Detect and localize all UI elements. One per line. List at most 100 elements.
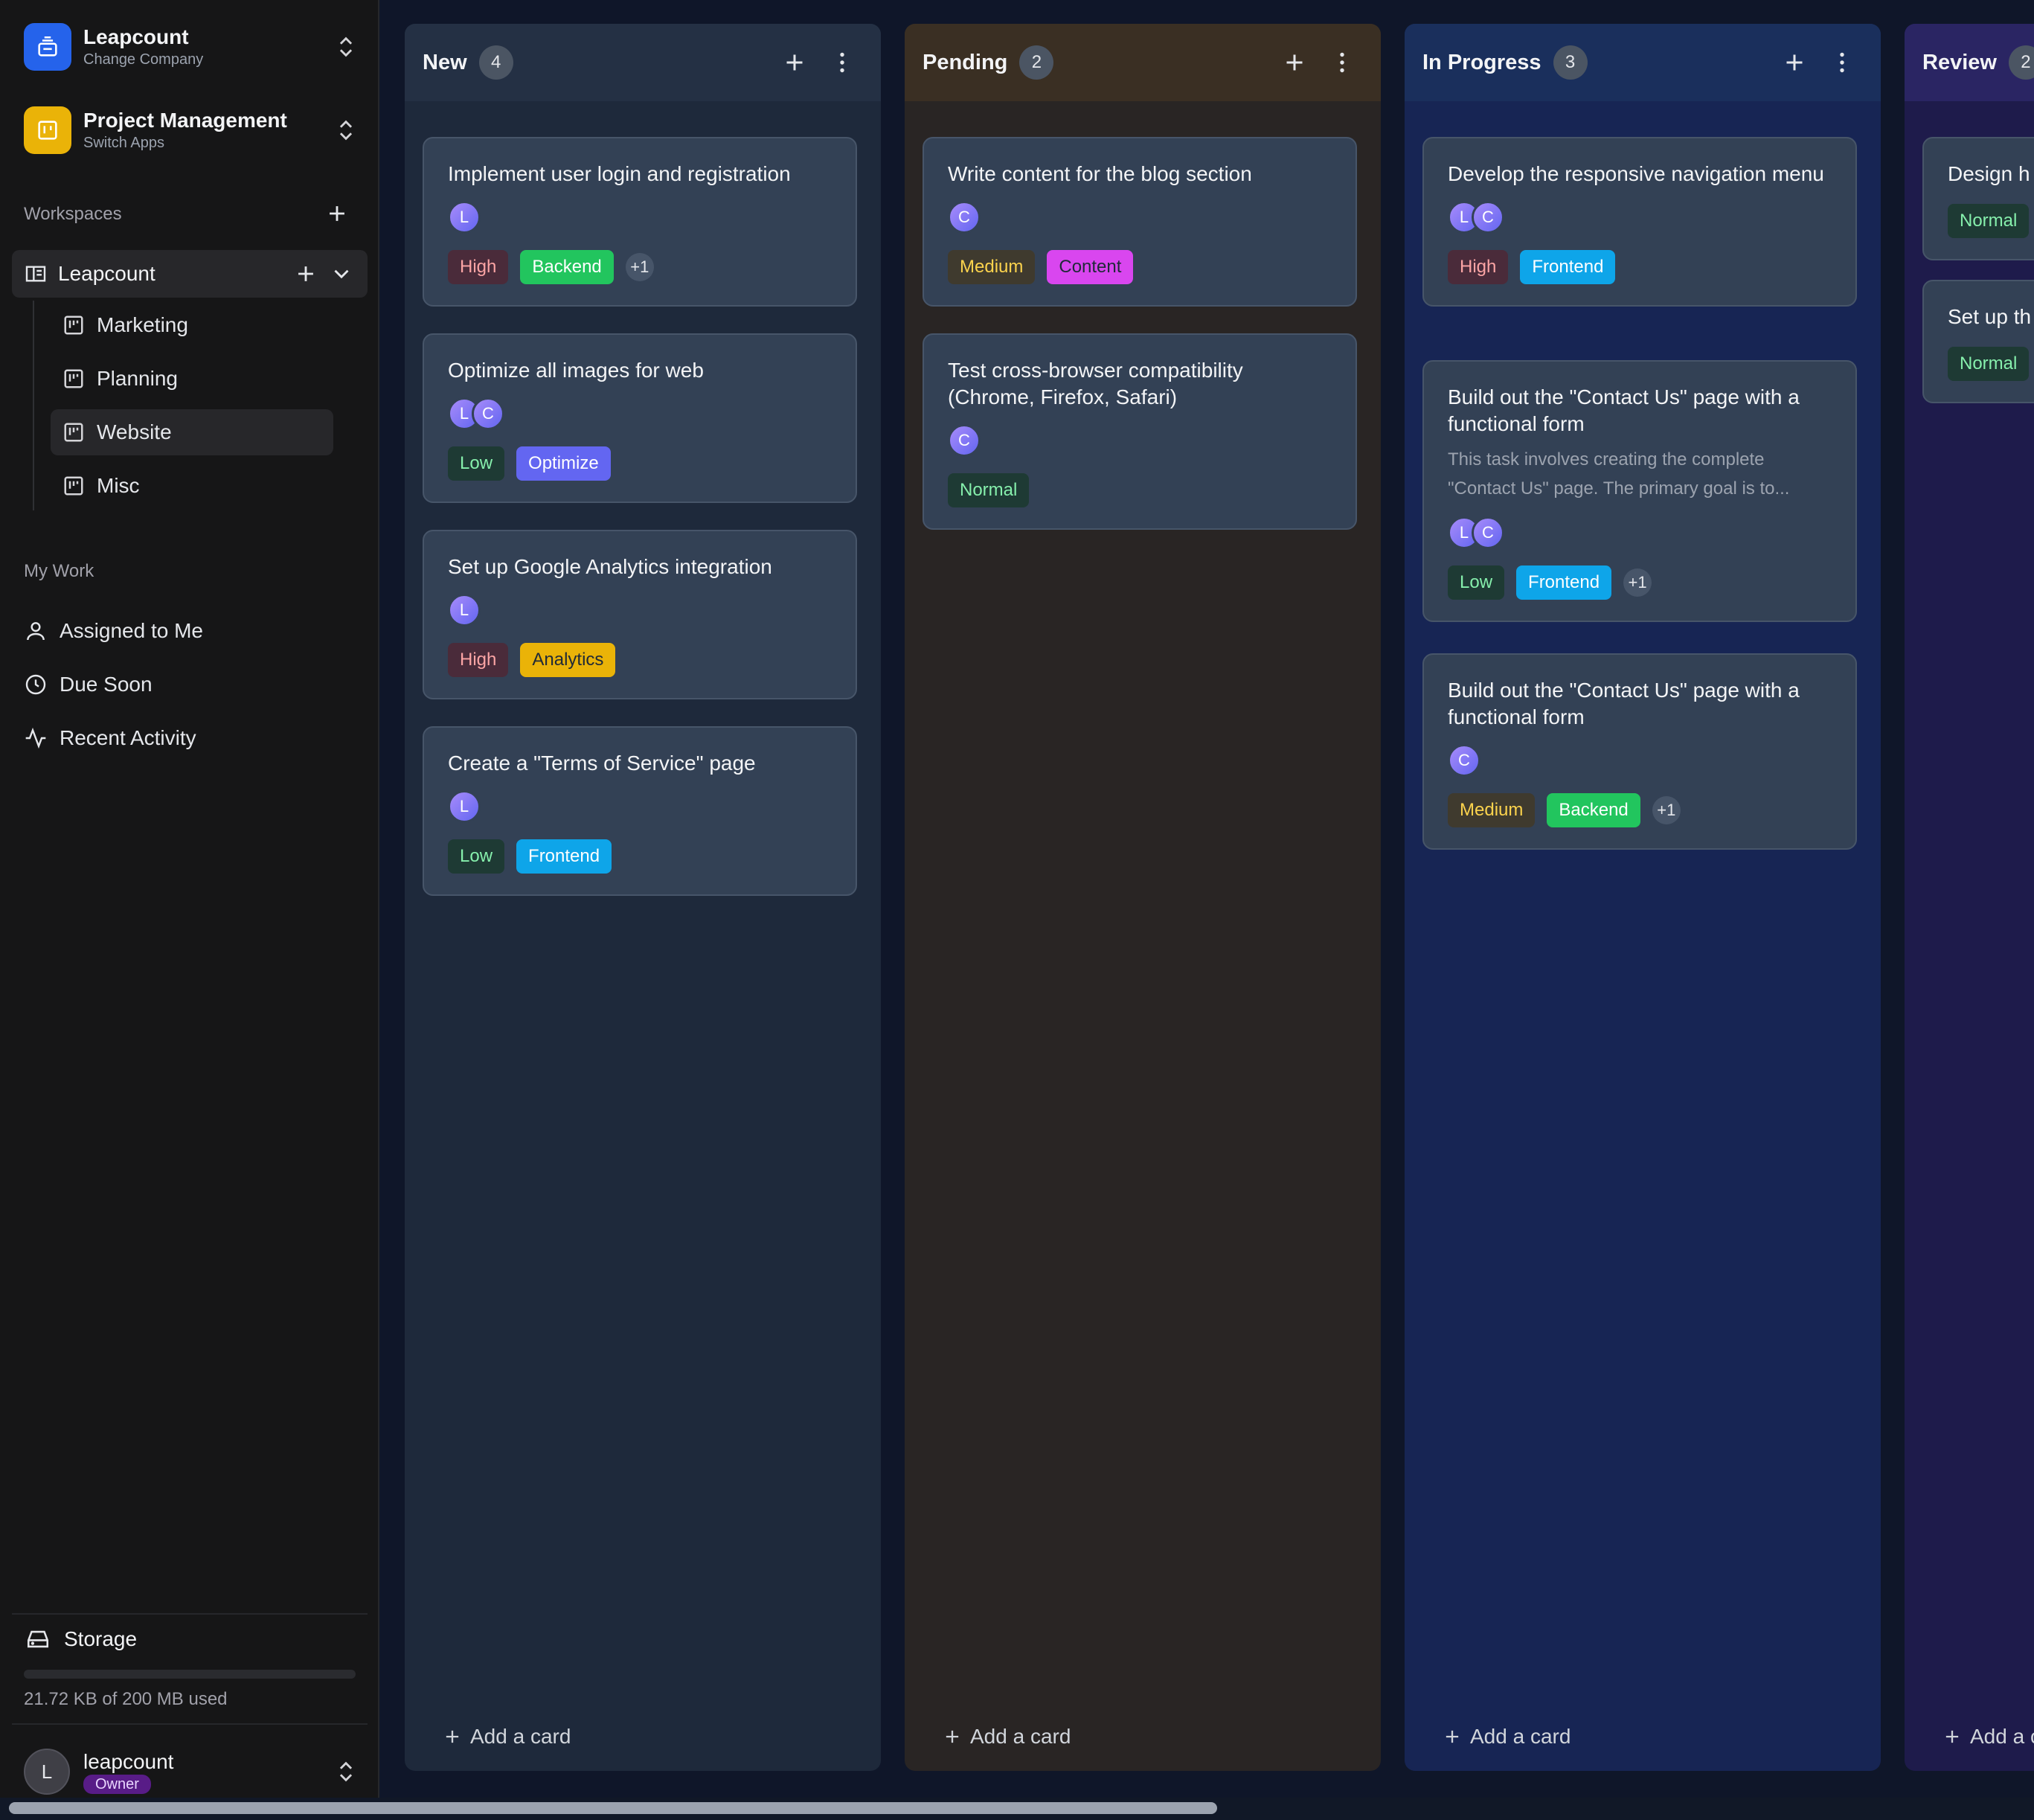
label-badge: Backend	[520, 250, 614, 284]
label-badge: Optimize	[516, 446, 611, 481]
add-workspace-icon[interactable]	[324, 201, 350, 226]
task-card[interactable]: Write content for the blog section C Mediu…	[923, 137, 1357, 307]
add-card-icon[interactable]	[1781, 49, 1808, 76]
add-board-icon[interactable]	[293, 261, 318, 286]
priority-badge: Normal	[1948, 347, 2030, 381]
clock-icon	[25, 674, 46, 695]
card-title: Create a "Terms of Service" page	[448, 752, 756, 775]
assignee-avatars: LC	[1448, 201, 1832, 234]
task-card[interactable]: Test cross-browser compatibility (Chrome…	[923, 333, 1357, 530]
chevrons-up-down-icon[interactable]	[333, 1759, 359, 1784]
priority-badge: High	[1448, 250, 1509, 284]
company-switcher[interactable]: Leapcount Change Company	[24, 22, 359, 71]
card-tags: Normal	[1948, 204, 2034, 238]
board-item-misc[interactable]: Misc	[51, 463, 333, 509]
board-item-planning[interactable]: Planning	[51, 356, 333, 402]
priority-badge: Normal	[948, 473, 1030, 507]
add-card-icon[interactable]	[1281, 49, 1308, 76]
card-tags: High Frontend	[1448, 250, 1832, 284]
user-icon	[27, 622, 45, 641]
nav-recent-activity[interactable]: Recent Activity	[24, 720, 196, 757]
app-switcher[interactable]: Project Management Switch Apps	[24, 106, 359, 155]
avatar[interactable]: C	[1472, 201, 1504, 234]
company-logo-icon	[24, 23, 71, 71]
task-card[interactable]: Design h Normal	[1922, 137, 2034, 260]
label-badge: Content	[1047, 250, 1134, 284]
column-title: New	[423, 50, 467, 74]
more-vertical-icon[interactable]	[1829, 49, 1855, 76]
workspace-name: Leapcount	[58, 262, 155, 285]
plus-icon	[446, 1730, 459, 1743]
tree-line	[33, 301, 34, 510]
storage-label: Storage	[64, 1627, 138, 1650]
task-card[interactable]: Set up Google Analytics integration L High…	[423, 530, 857, 699]
avatar[interactable]: L	[448, 790, 481, 823]
chevron-down-icon[interactable]	[329, 261, 354, 286]
more-labels-badge: +1	[1652, 796, 1681, 824]
add-card-button[interactable]: Add a card	[1942, 1725, 2034, 1749]
nav-assigned-to-me[interactable]: Assigned to Me	[24, 612, 203, 650]
avatar[interactable]: C	[1448, 744, 1480, 777]
avatar[interactable]: C	[948, 201, 981, 234]
card-title: Design h	[1948, 162, 2030, 185]
card-title: Build out the "Contact Us" page with a f…	[1448, 679, 1800, 728]
more-vertical-icon[interactable]	[1329, 49, 1356, 76]
chevrons-up-down-icon[interactable]	[333, 118, 359, 143]
avatar[interactable]: L	[448, 594, 481, 627]
more-vertical-icon[interactable]	[829, 49, 856, 76]
avatar[interactable]: L	[448, 201, 481, 234]
nav-label: Due Soon	[60, 673, 153, 696]
workspace-row[interactable]: Leapcount	[12, 250, 368, 298]
task-card[interactable]: Implement user login and registration L Hi…	[423, 137, 857, 307]
column-count-badge: 2	[1019, 45, 1054, 80]
avatar[interactable]: C	[1472, 516, 1504, 549]
add-card-button[interactable]: Add a card	[442, 1725, 571, 1749]
column-count-badge: 3	[1553, 45, 1588, 80]
add-card-button[interactable]: Add a card	[1442, 1725, 1571, 1749]
card-title: Set up Google Analytics integration	[448, 555, 772, 578]
avatar: L	[24, 1749, 70, 1795]
storage-used-text: 21.72 KB of 200 MB used	[24, 1689, 228, 1709]
task-card[interactable]: Build out the "Contact Us" page with a f…	[1422, 360, 1857, 622]
assignee-avatars: C	[948, 424, 1332, 457]
priority-badge: Medium	[948, 250, 1036, 284]
assignee-avatars: LC	[1448, 516, 1832, 549]
column-count-badge: 2	[2008, 45, 2034, 80]
label-badge: Frontend	[1520, 250, 1616, 284]
card-title: Implement user login and registration	[448, 162, 791, 185]
column-new: New 4 Add a card Implement user login and r…	[405, 24, 881, 1771]
priority-badge: Medium	[1448, 793, 1536, 827]
board-item-label: Planning	[97, 367, 178, 390]
add-card-button[interactable]: Add a card	[942, 1725, 1071, 1749]
card-tags: High Analytics	[448, 643, 832, 677]
label-badge: Frontend	[1516, 565, 1612, 600]
column-title: Review	[1922, 50, 1997, 74]
role-badge: Owner	[83, 1775, 151, 1794]
board-item-marketing[interactable]: Marketing	[51, 302, 333, 348]
column-header: New 4	[405, 24, 881, 101]
task-card[interactable]: Build out the "Contact Us" page with a f…	[1422, 653, 1857, 850]
scrollbar-thumb[interactable]	[9, 1802, 1217, 1814]
board-item-website[interactable]: Website	[51, 409, 333, 455]
user-menu[interactable]: L leapcount Owner	[24, 1747, 359, 1796]
avatar[interactable]: C	[948, 424, 981, 457]
storage-progress-bar	[24, 1670, 356, 1679]
avatar[interactable]: C	[472, 397, 504, 430]
add-card-icon[interactable]	[781, 49, 808, 76]
company-name: Leapcount	[83, 25, 189, 48]
assignee-avatars: C	[1448, 744, 1832, 777]
column-pending: Pending 2 Add a card Write content for the …	[905, 24, 1381, 1771]
card-tags: Low Optimize	[448, 446, 832, 481]
card-tags: High Backend +1	[448, 250, 832, 284]
assignee-avatars: LC	[448, 397, 832, 430]
nav-due-soon[interactable]: Due Soon	[24, 666, 153, 703]
task-card[interactable]: Optimize all images for web L C Low Optimize	[423, 333, 857, 503]
task-card[interactable]: Develop the responsive navigation menu L C…	[1422, 137, 1857, 307]
storage-section: Storage	[24, 1627, 137, 1652]
task-card[interactable]: Create a "Terms of Service" page L Low Fron…	[423, 726, 857, 896]
priority-badge: High	[448, 250, 509, 284]
horizontal-scrollbar[interactable]	[0, 1798, 2034, 1820]
add-card-label: Add a card	[1970, 1725, 2034, 1748]
chevrons-up-down-icon[interactable]	[333, 34, 359, 60]
task-card[interactable]: Set up th Normal	[1922, 280, 2034, 403]
